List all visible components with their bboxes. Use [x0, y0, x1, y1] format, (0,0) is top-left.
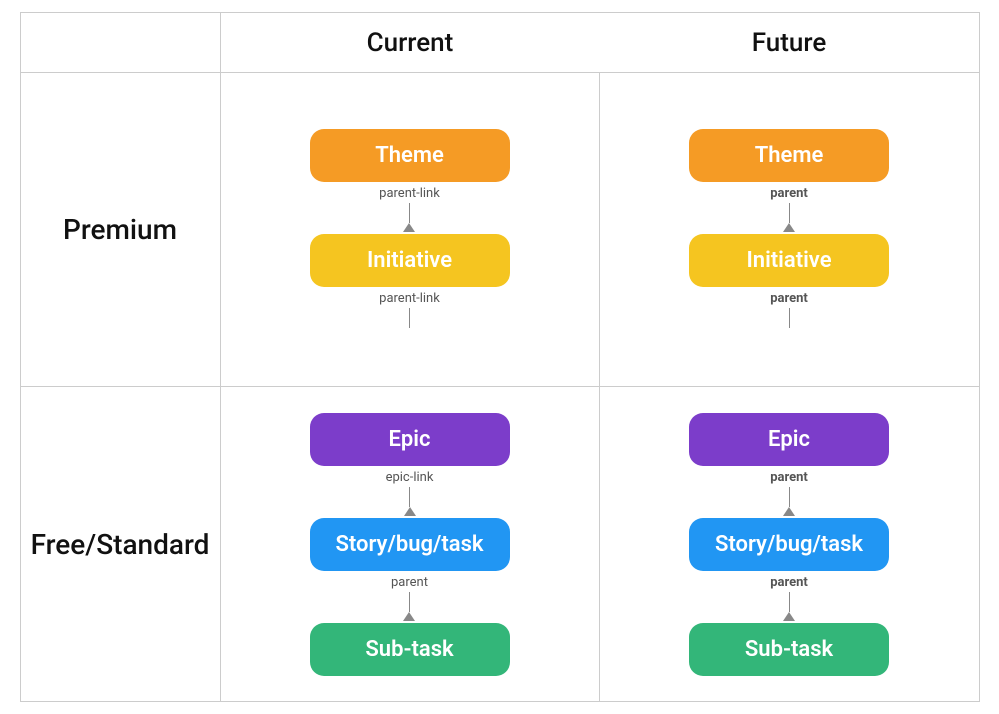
header-empty: [21, 13, 221, 73]
link2-free-future-label: parent: [770, 575, 808, 590]
theme-current-pill: Theme: [310, 129, 510, 182]
header-current-label: Current: [367, 28, 454, 58]
link1-future-label: parent: [770, 186, 808, 201]
header-future-label: Future: [752, 28, 827, 58]
connector-2-future: parent: [770, 289, 808, 328]
connector-2-current: parent-link: [379, 289, 440, 328]
free-label: Free/Standard: [21, 387, 221, 701]
arrow-head-3: [404, 507, 416, 516]
arrow-head-2: [783, 223, 795, 232]
connector-1-future: parent: [770, 184, 808, 232]
arrow-line-7: [789, 487, 790, 507]
diagram-container: Current Future Premium Theme parent-link…: [20, 12, 980, 702]
connector-1-current: parent-link: [379, 184, 440, 232]
theme-future-pill: Theme: [689, 129, 889, 182]
initiative-future-pill: Initiative: [689, 234, 889, 287]
arrow-line-2: [409, 308, 410, 328]
arrow-line-3: [789, 203, 790, 223]
free-future-cell: Epic parent Story/bug/task parent Sub-ta…: [600, 387, 979, 701]
link2-future-label: parent: [770, 291, 808, 306]
arrow-line: [409, 203, 410, 223]
initiative-current-pill: Initiative: [310, 234, 510, 287]
story-current-pill: Story/bug/task: [310, 518, 510, 571]
arrow-head-5: [783, 507, 795, 516]
epic-future-pill: Epic: [689, 413, 889, 466]
arrow-line-5: [409, 487, 410, 507]
story-future-pill: Story/bug/task: [689, 518, 889, 571]
arrow-head: [403, 223, 415, 232]
premium-future-cell: Theme parent Initiative parent: [600, 73, 979, 387]
arrow-head-6: [783, 612, 795, 621]
header-future: Future: [600, 13, 979, 73]
connector-epic-current: epic-link: [386, 468, 434, 516]
premium-current-cell: Theme parent-link Initiative parent-link: [221, 73, 600, 387]
arrow-line-6: [409, 592, 410, 612]
epic-current-pill: Epic: [310, 413, 510, 466]
connector-epic-future: parent: [770, 468, 808, 516]
premium-label: Premium: [21, 73, 221, 387]
link2-free-current-label: parent: [391, 575, 428, 590]
connector-story-current: parent: [391, 573, 428, 621]
subtask-future-pill: Sub-task: [689, 623, 889, 676]
arrow-head-4: [403, 612, 415, 621]
connector-story-future: parent: [770, 573, 808, 621]
link2-current-label: parent-link: [379, 291, 440, 306]
grid: Current Future Premium Theme parent-link…: [20, 12, 980, 702]
header-current: Current: [221, 13, 600, 73]
subtask-current-pill: Sub-task: [310, 623, 510, 676]
free-current-cell: Epic epic-link Story/bug/task parent Sub…: [221, 387, 600, 701]
link1-free-future-label: parent: [770, 470, 808, 485]
link1-free-current-label: epic-link: [386, 470, 434, 485]
arrow-line-4: [789, 308, 790, 328]
arrow-line-8: [789, 592, 790, 612]
link1-current-label: parent-link: [379, 186, 440, 201]
